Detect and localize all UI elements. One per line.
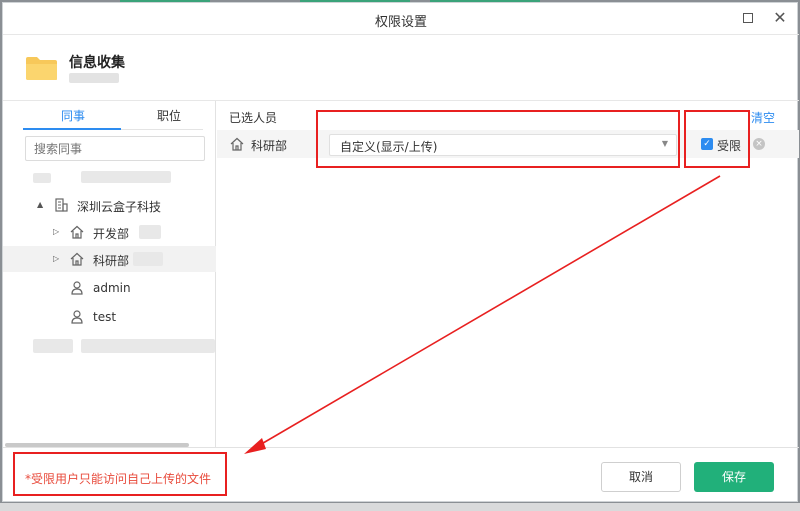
title-bar: 权限设置 ✕ [3, 3, 799, 35]
tree-item-label: test [93, 310, 117, 324]
caret-collapsed-icon[interactable]: ▷ [53, 254, 59, 263]
tree-item-user-admin[interactable]: admin [3, 275, 216, 301]
active-tab-underline [23, 128, 121, 130]
blurred-content [139, 225, 161, 239]
tree-item-label: 开发部 [93, 227, 130, 241]
caret-expanded-icon[interactable]: ▲ [37, 200, 43, 209]
folder-subtitle-blurred [69, 73, 119, 83]
tree-item-research-dept[interactable]: ▷ 科研部 [3, 246, 216, 272]
member-name: 科研部 [251, 139, 288, 153]
user-icon [71, 310, 83, 324]
tab-positions[interactable]: 职位 [157, 107, 181, 124]
permission-dialog: 权限设置 ✕ 信息收集 同事 职位 ▲ [2, 2, 799, 502]
tree-item-dev-dept[interactable]: ▷ 开发部 [3, 219, 216, 245]
search-input[interactable] [25, 136, 205, 161]
annotation-box-note [13, 452, 227, 496]
caret-collapsed-icon[interactable]: ▷ [53, 227, 59, 236]
home-icon [70, 252, 84, 266]
home-icon [230, 137, 244, 151]
left-panel: 同事 职位 ▲ 深圳云盒子科技 ▷ [3, 101, 216, 448]
tree-item-label: 科研部 [93, 254, 130, 268]
blurred-content [133, 252, 163, 266]
selected-members-label: 已选人员 [229, 111, 278, 125]
save-button[interactable]: 保存 [694, 462, 774, 492]
tree-item-label: 深圳云盒子科技 [77, 200, 162, 214]
tabs: 同事 职位 [23, 101, 203, 129]
folder-name: 信息收集 [69, 55, 125, 71]
close-icon[interactable]: ✕ [771, 7, 789, 29]
tree-item-company[interactable]: ▲ 深圳云盒子科技 [3, 192, 216, 218]
home-icon [70, 225, 84, 239]
background-list-row [0, 503, 800, 511]
blurred-content [81, 339, 215, 353]
folder-icon [26, 57, 57, 80]
blurred-content [81, 171, 171, 183]
tree-item-label: admin [93, 281, 131, 295]
blurred-content [33, 173, 51, 183]
maximize-icon[interactable] [743, 13, 753, 23]
building-icon [55, 198, 68, 212]
tab-colleagues[interactable]: 同事 [61, 107, 85, 124]
dialog-title: 权限设置 [374, 15, 427, 30]
tree-item-user-test[interactable]: test [3, 304, 216, 330]
annotation-box-restricted [684, 110, 750, 168]
remove-member-icon[interactable]: × [753, 138, 765, 150]
tab-divider [121, 129, 203, 130]
clear-link[interactable]: 清空 [751, 109, 775, 126]
folder-header: 信息收集 [3, 36, 799, 100]
blurred-content [33, 339, 73, 353]
cancel-button[interactable]: 取消 [601, 462, 681, 492]
user-icon [71, 281, 83, 295]
annotation-box-permission [316, 110, 680, 168]
